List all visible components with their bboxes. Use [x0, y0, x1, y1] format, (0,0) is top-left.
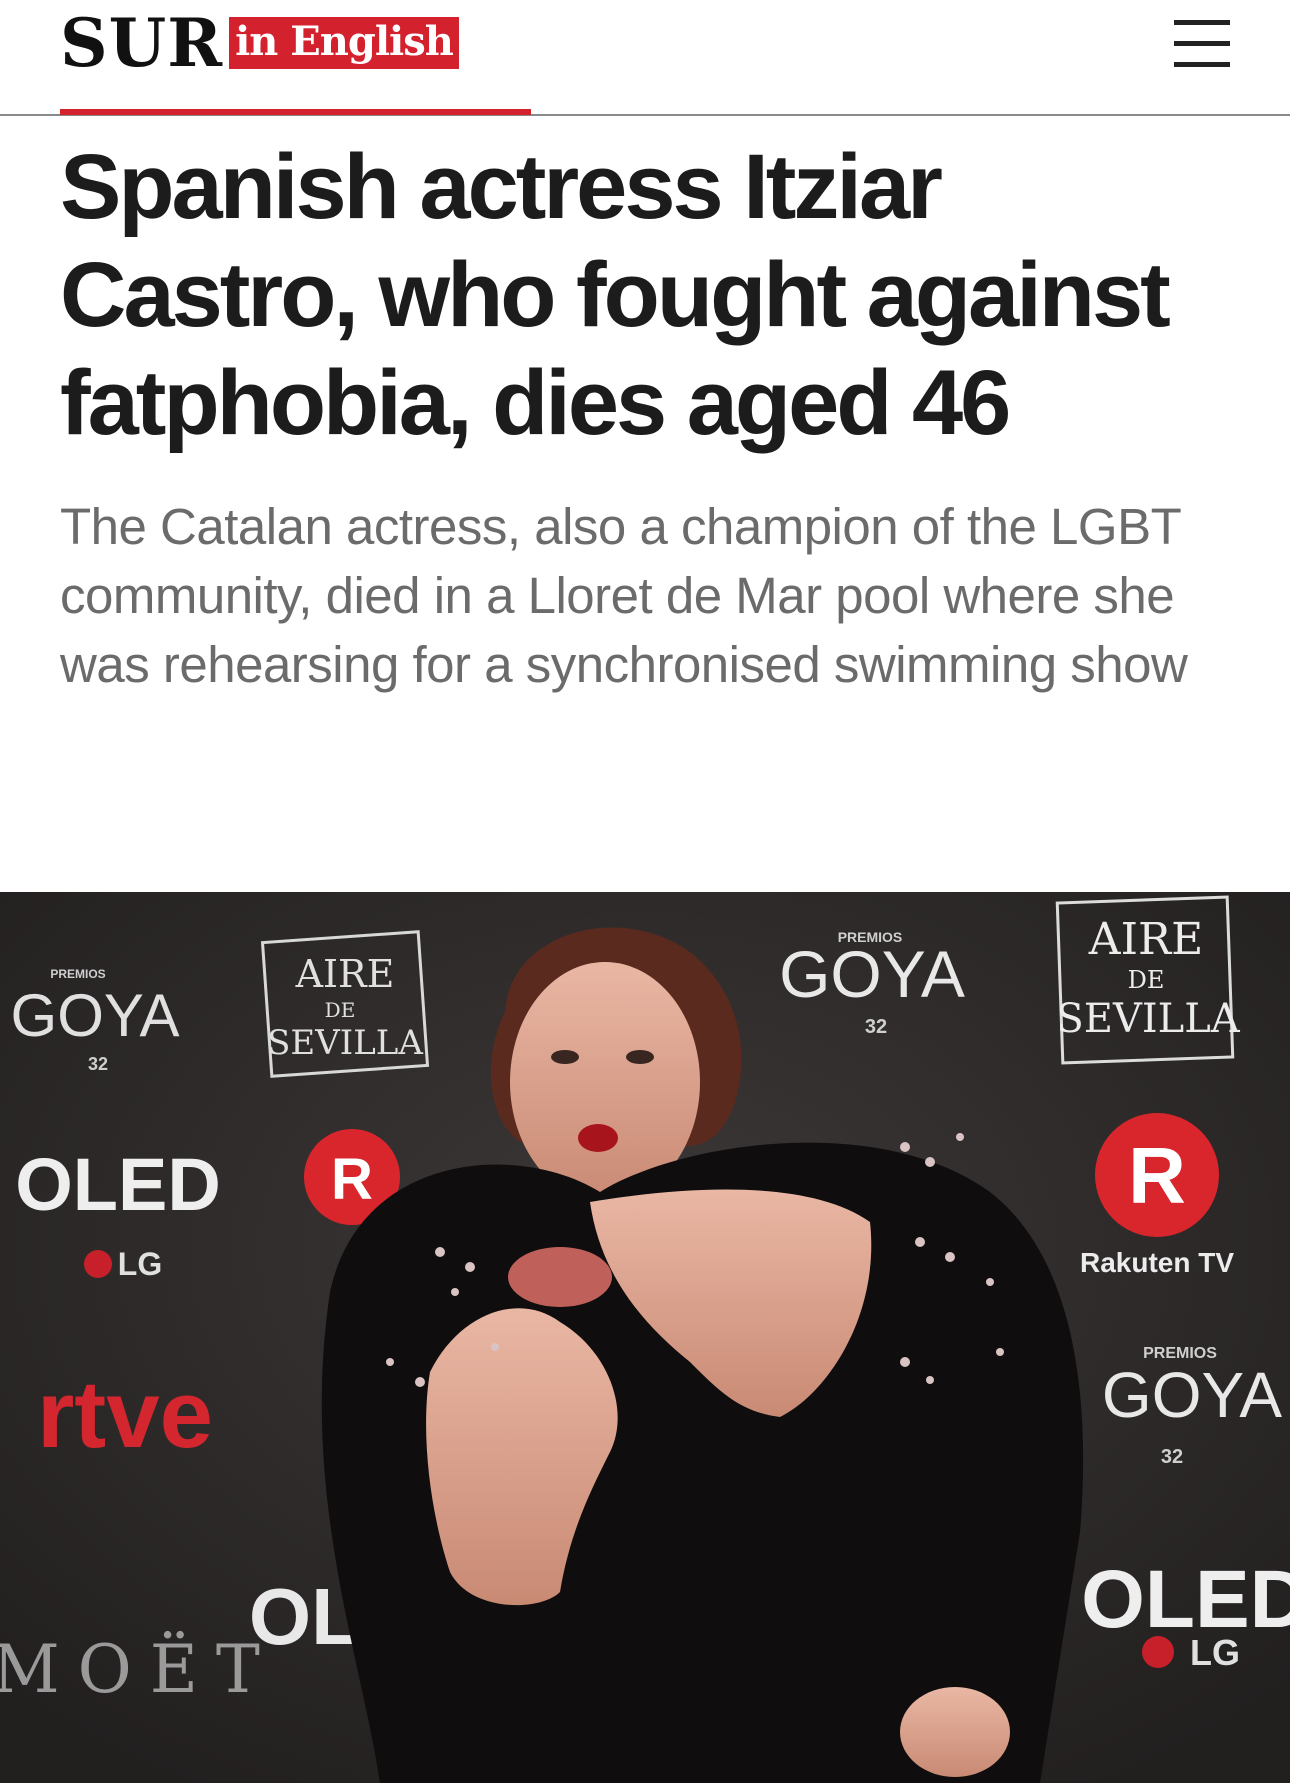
logo-wordmark: SUR — [60, 4, 224, 82]
goya-logo-text: GOYA — [11, 982, 180, 1049]
photo-illustration: PREMIOS GOYA 32 AIRE DE SEVILLA OLED LG … — [0, 892, 1290, 1783]
logo-underline — [60, 109, 531, 115]
rtve-logo-text: rtve — [37, 1361, 213, 1468]
lips — [578, 1124, 618, 1152]
article-photo[interactable]: PREMIOS GOYA 32 AIRE DE SEVILLA OLED LG … — [0, 892, 1290, 1783]
aire-text-right: AIRE — [1088, 914, 1203, 965]
rakuten-r-right: R — [1128, 1131, 1186, 1220]
de-text: DE — [325, 998, 356, 1022]
article-subheadline: The Catalan actress, also a champion of … — [60, 498, 1188, 693]
menu-bar — [1174, 20, 1230, 25]
de-text-right: DE — [1128, 966, 1165, 994]
aire-text: AIRE — [295, 952, 395, 996]
eye-left — [551, 1050, 579, 1064]
goya-number-right: 32 — [865, 1016, 887, 1038]
goya-number: 32 — [88, 1054, 108, 1074]
lg-text: LG — [118, 1246, 162, 1282]
site-header: SUR in English — [0, 0, 1290, 116]
sevilla-text-right: SEVILLA — [1056, 996, 1240, 1042]
rakuten-r-left: R — [331, 1147, 373, 1212]
lower-hand — [900, 1687, 1010, 1777]
goya-logo-right: GOYA — [779, 937, 965, 1011]
goya-logo-right-lower: GOYA — [1102, 1359, 1283, 1431]
site-logo[interactable]: SUR in English — [60, 4, 459, 82]
lg-text-right: LG — [1190, 1632, 1240, 1673]
goya-number-right-lower: 32 — [1161, 1446, 1183, 1468]
sevilla-text: SEVILLA — [267, 1023, 423, 1063]
hamburger-menu-icon[interactable] — [1174, 18, 1232, 70]
eye-right — [626, 1050, 654, 1064]
hand — [508, 1247, 612, 1307]
moet-logo-text: MOËT — [0, 1631, 278, 1708]
lg-dot — [84, 1250, 112, 1278]
lg-dot-right — [1142, 1636, 1174, 1668]
oled-text-right: OLED — [1081, 1554, 1290, 1645]
oled-text: OLED — [15, 1143, 221, 1226]
menu-bar — [1174, 41, 1230, 46]
premios-label: PREMIOS — [50, 967, 105, 981]
rakuten-tv-text: Rakuten TV — [1080, 1247, 1234, 1278]
article-headline: Spanish actress Itziar Castro, who fough… — [60, 136, 1171, 454]
logo-badge: in English — [229, 17, 459, 69]
menu-bar — [1174, 62, 1230, 67]
